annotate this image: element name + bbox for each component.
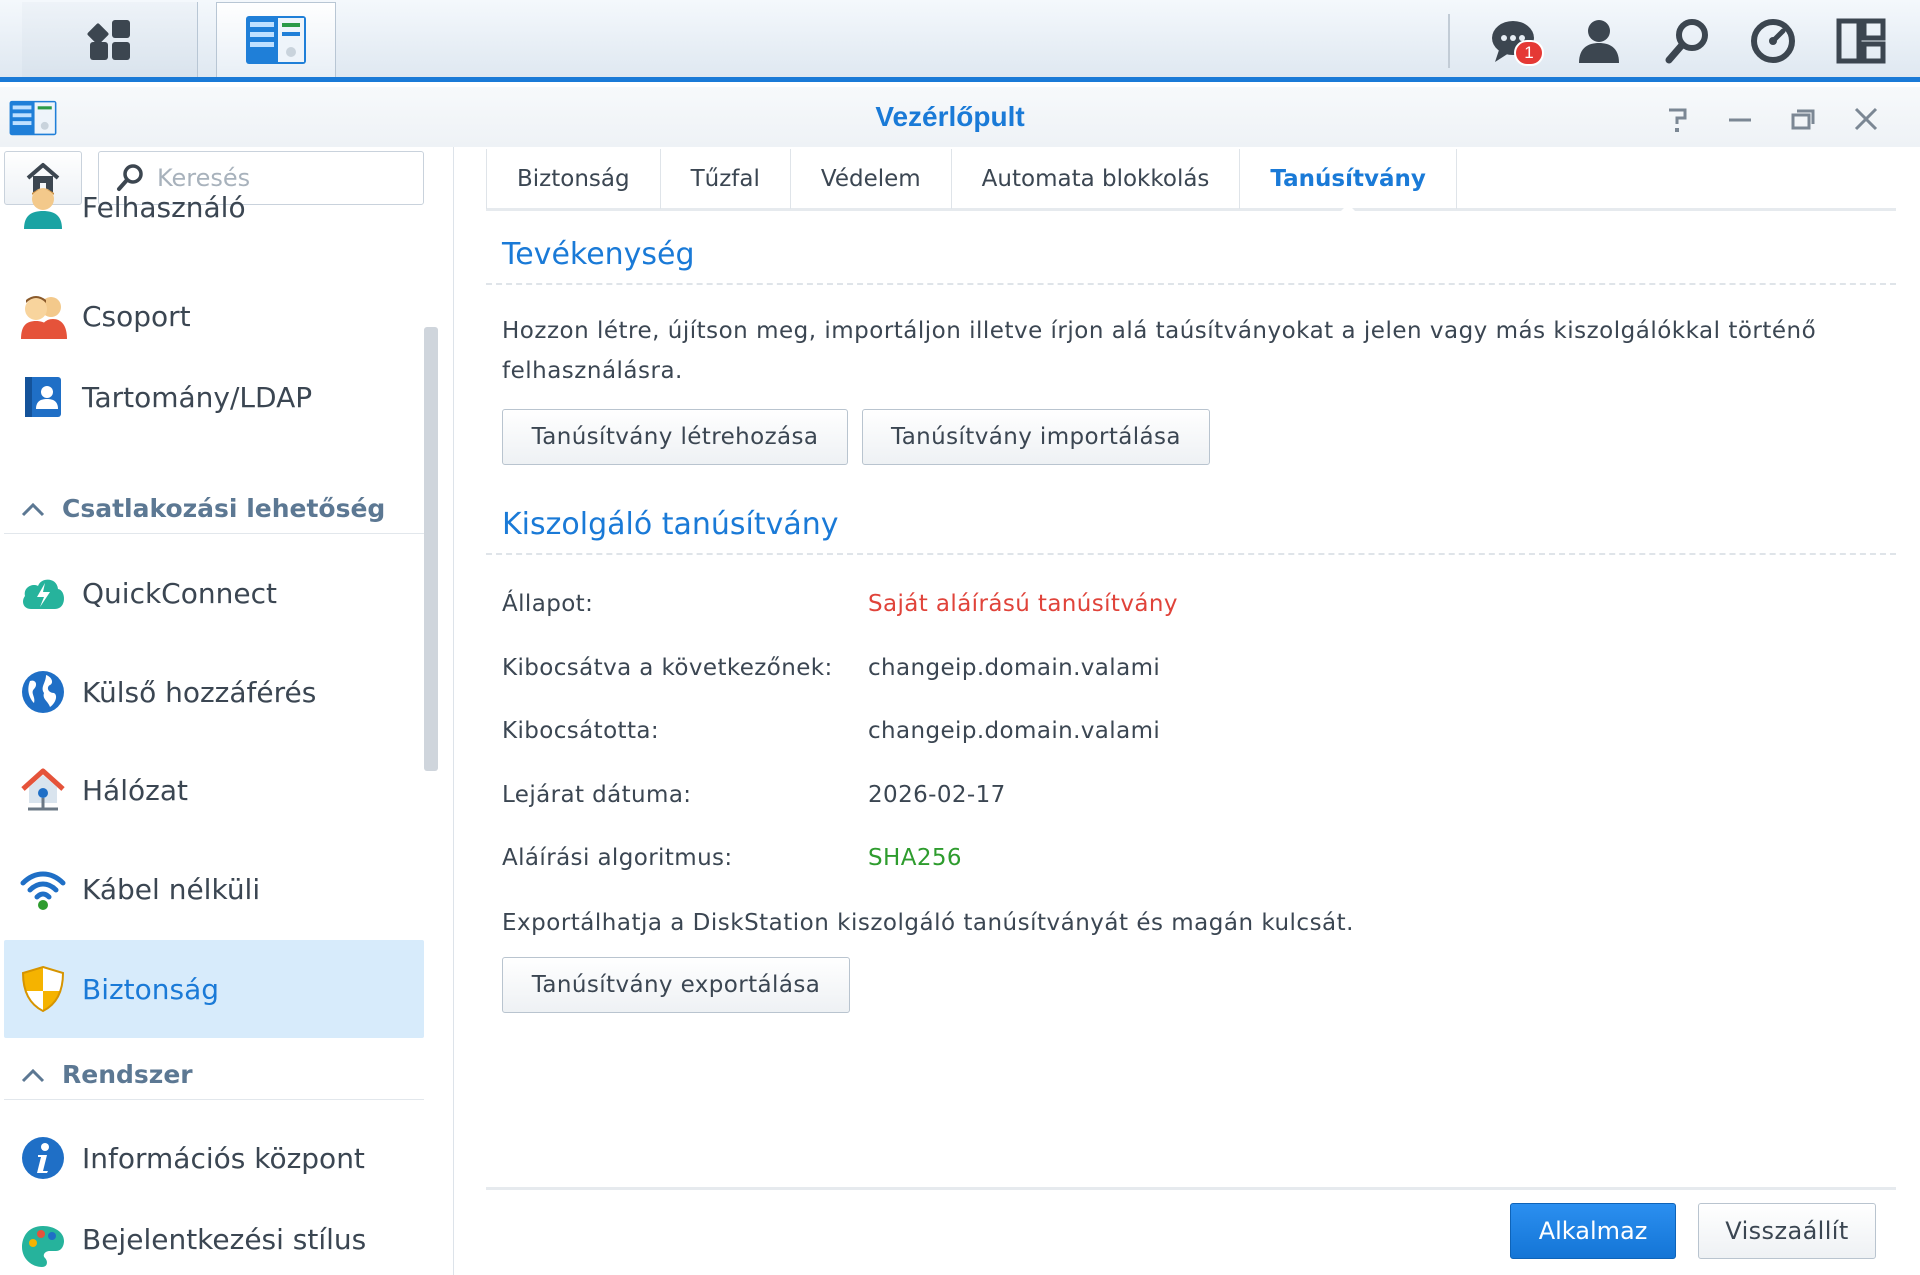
signature-algorithm-label: Aláírási algoritmus: xyxy=(502,845,733,871)
user-icon xyxy=(1579,20,1619,63)
search-button[interactable] xyxy=(1654,10,1720,72)
shield-icon xyxy=(8,965,78,1013)
status-value: Saját aláírású tanúsítvány xyxy=(868,591,1178,617)
sidebar-section-connectivity[interactable]: Csatlakozási lehetőség xyxy=(4,484,424,534)
chevron-up-icon xyxy=(21,502,45,516)
user-icon xyxy=(8,185,78,229)
group-icon xyxy=(8,293,78,339)
user-button[interactable] xyxy=(1566,10,1632,72)
tab-security[interactable]: Biztonság xyxy=(486,149,661,209)
reset-button[interactable]: Visszaállít xyxy=(1698,1203,1876,1259)
sidebar-item-network[interactable]: Hálózat xyxy=(4,741,424,839)
create-certificate-button[interactable]: Tanúsítvány létrehozása xyxy=(502,409,848,465)
close-icon xyxy=(1854,107,1878,131)
window-title: Vezérlőpult xyxy=(875,101,1025,132)
expiry-date-value: 2026-02-17 xyxy=(868,782,1006,808)
main-menu-button[interactable] xyxy=(22,2,198,77)
export-certificate-button[interactable]: Tanúsítvány exportálása xyxy=(502,957,850,1013)
widgets-button[interactable] xyxy=(1740,10,1806,72)
sidebar-scrollbar[interactable] xyxy=(424,327,438,771)
taskbar-divider xyxy=(1448,14,1450,68)
sidebar-item-user[interactable]: Felhasználó xyxy=(4,177,424,237)
sidebar-item-external-access[interactable]: Külső hozzáférés xyxy=(4,643,424,741)
status-label: Állapot: xyxy=(502,591,594,617)
notification-button[interactable]: 1 xyxy=(1480,10,1546,72)
main-panel: Biztonság Tűzfal Védelem Automata blokko… xyxy=(486,147,1896,1275)
wifi-icon xyxy=(8,867,78,911)
issued-to-label: Kibocsátva a következőnek: xyxy=(502,655,833,681)
layout-button[interactable] xyxy=(1828,10,1894,72)
sidebar-item-login-style[interactable]: Bejelentkezési stílus xyxy=(4,1207,424,1273)
control-panel-icon xyxy=(246,16,306,64)
server-cert-divider xyxy=(486,553,1896,555)
quickconnect-icon xyxy=(8,573,78,613)
sidebar-item-domain-ldap[interactable]: Tartomány/LDAP xyxy=(4,348,424,446)
minimize-button[interactable] xyxy=(1720,101,1760,137)
tab-certificate[interactable]: Tanúsítvány xyxy=(1240,149,1457,213)
issued-to-value: changeip.domain.valami xyxy=(868,655,1161,681)
apply-button[interactable]: Alkalmaz xyxy=(1510,1203,1676,1259)
close-button[interactable] xyxy=(1846,101,1886,137)
help-button[interactable] xyxy=(1658,101,1698,137)
maximize-button[interactable] xyxy=(1783,101,1823,137)
signature-algorithm-value: SHA256 xyxy=(868,845,962,871)
issued-by-value: changeip.domain.valami xyxy=(868,718,1161,744)
activity-section-title: Tevékenység xyxy=(502,237,695,272)
activity-divider xyxy=(486,283,1896,285)
tab-auto-block[interactable]: Automata blokkolás xyxy=(952,149,1241,209)
footer-divider xyxy=(486,1187,1896,1190)
main-menu-icon xyxy=(87,19,130,60)
sidebar-item-info-center[interactable]: Információs központ xyxy=(4,1109,424,1207)
minimize-icon xyxy=(1729,118,1751,122)
tab-bar: Biztonság Tűzfal Védelem Automata blokko… xyxy=(486,149,1896,213)
layout-icon xyxy=(1836,18,1886,64)
taskbar: 1 xyxy=(0,0,1920,82)
chevron-up-icon xyxy=(21,1068,45,1082)
export-note: Exportálhatja a DiskStation kiszolgáló t… xyxy=(502,910,1354,936)
widgets-icon xyxy=(1751,19,1795,63)
network-house-icon xyxy=(8,767,78,813)
info-icon xyxy=(8,1135,78,1181)
control-panel-taskbar-button[interactable] xyxy=(216,2,336,77)
import-certificate-button[interactable]: Tanúsítvány importálása xyxy=(862,409,1210,465)
server-cert-section-title: Kiszolgáló tanúsítvány xyxy=(502,507,839,542)
help-icon xyxy=(1669,108,1687,132)
issued-by-label: Kibocsátotta: xyxy=(502,718,660,744)
palette-icon xyxy=(8,1223,78,1269)
search-icon xyxy=(1665,19,1708,64)
sidebar-section-system[interactable]: Rendszer xyxy=(4,1050,424,1100)
sidebar-item-security[interactable]: Biztonság xyxy=(4,940,424,1038)
sidebar-item-quickconnect[interactable]: QuickConnect xyxy=(4,544,424,642)
window-titlebar[interactable]: Vezérlőpult xyxy=(0,87,1920,147)
maximize-icon xyxy=(1791,109,1815,130)
sidebar-item-wireless[interactable]: Kábel nélküli xyxy=(4,840,424,938)
tab-firewall[interactable]: Tűzfal xyxy=(661,149,791,209)
activity-description: Hozzon létre, újítson meg, importáljon i… xyxy=(502,318,1817,384)
tab-protection[interactable]: Védelem xyxy=(791,149,952,209)
directory-icon xyxy=(8,375,78,419)
expiry-date-label: Lejárat dátuma: xyxy=(502,782,692,808)
sidebar: Felhasználó Csoport Tartomány/LDAP xyxy=(0,147,454,1275)
notification-badge: 1 xyxy=(1514,40,1544,66)
globe-icon xyxy=(8,669,78,715)
